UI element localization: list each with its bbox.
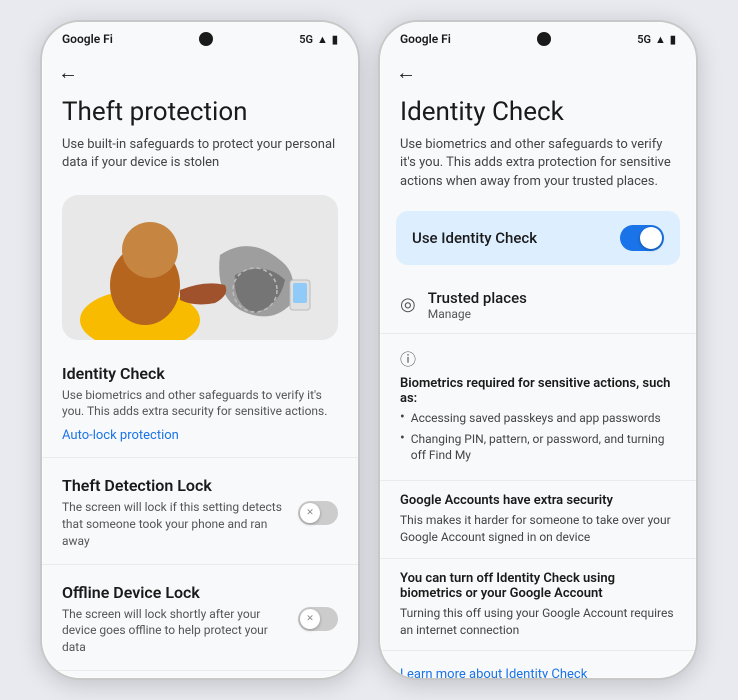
identity-check-desc: Use biometrics and other safeguards to v… [62, 387, 338, 421]
biometrics-section: ⓘ Biometrics required for sensitive acti… [380, 334, 696, 481]
info-icon-row: ⓘ [400, 346, 676, 370]
identity-header: Identity Check Use biometrics and other … [380, 89, 696, 207]
bullet-1: • Accessing saved passkeys and app passw… [400, 410, 676, 427]
carrier-label-1: Google Fi [62, 32, 113, 46]
theft-illustration-svg [62, 195, 338, 340]
bullet-2: • Changing PIN, pattern, or password, an… [400, 431, 676, 465]
status-bar-2: Google Fi 5G ▲ ▮ [380, 22, 696, 52]
offline-lock-title: Offline Device Lock [62, 583, 286, 602]
identity-title: Identity Check [400, 97, 676, 128]
trusted-places-block: Trusted places Manage [428, 289, 527, 321]
identity-toggle-card[interactable]: Use Identity Check [396, 211, 680, 265]
toggle-knob-2: ✕ [300, 609, 320, 629]
status-icons-1: 5G ▲ ▮ [299, 33, 338, 46]
theft-subtitle: Use built-in safeguards to protect your … [62, 136, 338, 172]
extra-security-section: Google Accounts have extra security This… [380, 481, 696, 559]
theft-detection-toggle[interactable]: ✕ [298, 501, 338, 525]
identity-toggle-knob [640, 227, 662, 249]
offline-device-lock-section: Offline Device Lock The screen will lock… [42, 565, 358, 671]
learn-more-section: Learn more about Identity Check [380, 651, 696, 678]
signal-icon-2: ▲ [655, 33, 666, 46]
theft-detection-title: Theft Detection Lock [62, 476, 286, 495]
trusted-places-row[interactable]: ◎ Trusted places Manage [380, 277, 696, 334]
identity-check-section: Identity Check Use biometrics and other … [42, 350, 358, 459]
carrier-label-2: Google Fi [400, 32, 451, 46]
bullet-dot-1: • [400, 409, 405, 425]
phone-theft-protection: Google Fi 5G ▲ ▮ ← Theft protection Use … [40, 20, 360, 680]
identity-check-toggle[interactable] [620, 225, 664, 251]
signal-icon-1: ▲ [317, 33, 328, 46]
theft-header: Theft protection Use built-in safeguards… [42, 89, 358, 185]
theft-detection-row: Theft Detection Lock The screen will loc… [62, 476, 338, 549]
identity-check-title: Identity Check [62, 364, 338, 383]
turn-off-desc: Turning this off using your Google Accou… [400, 605, 676, 639]
extra-security-title: Google Accounts have extra security [400, 493, 676, 508]
battery-icon-1: ▮ [332, 33, 338, 46]
learn-more-link[interactable]: Learn more about Identity Check [400, 667, 587, 678]
theft-detection-desc: The screen will lock if this setting det… [62, 499, 286, 549]
network-label-1: 5G [299, 33, 313, 46]
phone-identity-check: Google Fi 5G ▲ ▮ ← Identity Check Use bi… [378, 20, 698, 680]
offline-lock-toggle[interactable]: ✕ [298, 607, 338, 631]
status-icons-2: 5G ▲ ▮ [637, 33, 676, 46]
trusted-places-manage: Manage [428, 307, 527, 321]
identity-toggle-label: Use Identity Check [412, 229, 537, 247]
camera-notch-1 [199, 32, 213, 46]
auto-lock-link[interactable]: Auto-lock protection [62, 428, 338, 443]
extra-security-desc: This makes it harder for someone to take… [400, 512, 676, 546]
bullet-text-2: Changing PIN, pattern, or password, and … [411, 431, 676, 465]
network-label-2: 5G [637, 33, 651, 46]
theft-illustration-container [62, 195, 338, 340]
biometrics-heading: Biometrics required for sensitive action… [400, 376, 676, 406]
offline-lock-row: Offline Device Lock The screen will lock… [62, 583, 338, 656]
camera-notch-2 [537, 32, 551, 46]
toggle-knob: ✕ [300, 503, 320, 523]
turn-off-section: You can turn off Identity Check using bi… [380, 559, 696, 652]
theft-detection-section: Theft Detection Lock The screen will loc… [42, 458, 358, 564]
status-bar-1: Google Fi 5G ▲ ▮ [42, 22, 358, 52]
turn-off-title: You can turn off Identity Check using bi… [400, 571, 676, 601]
battery-icon-2: ▮ [670, 33, 676, 46]
theft-title: Theft protection [62, 97, 338, 128]
offline-lock-desc: The screen will lock shortly after your … [62, 606, 286, 656]
info-icon: ⓘ [400, 346, 416, 370]
location-icon: ◎ [400, 294, 416, 315]
phones-container: Google Fi 5G ▲ ▮ ← Theft protection Use … [40, 20, 698, 680]
trusted-places-title: Trusted places [428, 289, 527, 307]
identity-subtitle: Use biometrics and other safeguards to v… [400, 136, 676, 191]
identity-screen: ← Identity Check Use biometrics and othe… [380, 52, 696, 678]
back-button-1[interactable]: ← [42, 52, 358, 89]
theft-screen: ← Theft protection Use built-in safeguar… [42, 52, 358, 678]
back-button-2[interactable]: ← [380, 52, 696, 89]
bullet-dot-2: • [400, 430, 405, 446]
bullet-text-1: Accessing saved passkeys and app passwor… [411, 410, 661, 427]
